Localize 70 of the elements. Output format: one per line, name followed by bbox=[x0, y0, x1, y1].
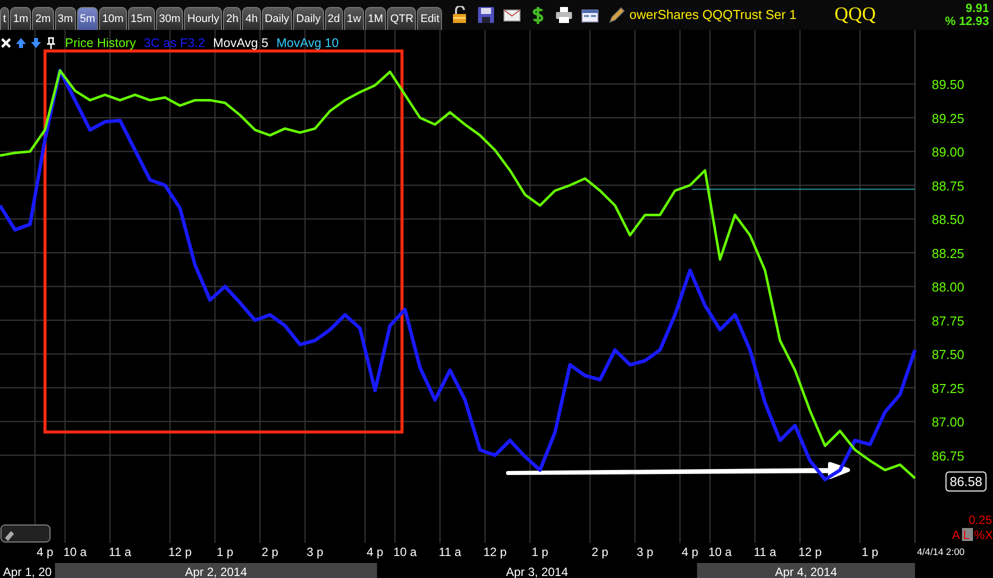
timeframe-tab[interactable]: 1m bbox=[10, 7, 32, 30]
scale-button[interactable]: X bbox=[985, 528, 993, 542]
axis-tick-label: 87.50 bbox=[932, 347, 964, 362]
axis-tick-label: 89.50 bbox=[932, 77, 964, 92]
axis-tick-label: 89.00 bbox=[932, 144, 964, 160]
pin-icon[interactable] bbox=[45, 37, 57, 50]
axis-tick-label: 2 p bbox=[592, 545, 608, 559]
timeframe-tab[interactable]: 30m bbox=[156, 7, 184, 30]
axis-tick-label: 88.75 bbox=[932, 178, 964, 194]
scale-step: 0.25 bbox=[968, 513, 992, 527]
timeframe-tab[interactable]: Hourly bbox=[184, 7, 222, 30]
timeframe-tab[interactable]: Daily bbox=[262, 7, 292, 30]
axis-tick-label: 88.00 bbox=[932, 280, 964, 294]
axis-tick-label: 1 p bbox=[532, 545, 548, 559]
legend-label[interactable]: MovAvg 10 bbox=[276, 34, 339, 53]
pencil-icon[interactable] bbox=[607, 6, 626, 24]
axis-tick-label: 10 a bbox=[63, 545, 87, 559]
axis-tick-label: 89.25 bbox=[932, 110, 964, 126]
change-percent: % 12.93 bbox=[944, 15, 989, 28]
close-icon[interactable] bbox=[0, 37, 12, 50]
legend-label[interactable]: MovAvg 5 bbox=[212, 34, 268, 53]
scale-button[interactable]: A bbox=[952, 528, 960, 542]
current-price-label: 86.58 bbox=[946, 472, 986, 492]
axis-tick-label: 3 p bbox=[636, 545, 654, 559]
down-arrow-icon[interactable] bbox=[30, 37, 42, 50]
timeframe-tab[interactable]: 1M bbox=[364, 7, 386, 30]
timeframe-tab[interactable]: 15m bbox=[128, 7, 155, 30]
axis-tick-label: 12 p bbox=[483, 545, 507, 559]
timeframe-tab[interactable]: 3m bbox=[54, 7, 76, 30]
axis-tick-label: 1 p bbox=[862, 545, 878, 559]
scroll-button[interactable] bbox=[0, 524, 50, 542]
printer-icon[interactable] bbox=[555, 6, 574, 24]
timestamp: 4/4/14 2:00 bbox=[917, 547, 965, 558]
axis-tick-label: 11 a bbox=[438, 545, 462, 559]
axis-tick-label: 4 p bbox=[36, 545, 54, 559]
axis-tick-label: 4 p bbox=[366, 545, 384, 559]
timeframe-tab[interactable]: 2h bbox=[223, 7, 242, 30]
scale-button[interactable]: % bbox=[974, 528, 985, 542]
axis-tick-label: 88.25 bbox=[932, 246, 964, 261]
up-arrow-icon[interactable] bbox=[15, 37, 27, 50]
axis-tick-label: 11 a bbox=[108, 545, 132, 559]
timeframe-tab[interactable]: 2d bbox=[324, 7, 343, 30]
timeframe-tab[interactable]: QTR bbox=[387, 7, 416, 30]
timeframe-tab[interactable]: Daily bbox=[293, 7, 324, 30]
timeframe-tab[interactable]: 5m bbox=[76, 7, 98, 30]
axis-tick-label: 86.75 bbox=[932, 448, 964, 464]
timeframe-tab[interactable]: t bbox=[0, 7, 10, 30]
legend-label[interactable]: Price History bbox=[65, 34, 136, 53]
axis-tick-label: 88.50 bbox=[932, 212, 964, 227]
security-name: owerShares QQQTrust Ser 1 bbox=[629, 6, 797, 24]
axis-tick-label: 3 p bbox=[306, 545, 324, 559]
timeframe-tab[interactable]: 1w bbox=[344, 7, 364, 30]
axis-tick-label: 12 p bbox=[798, 545, 822, 559]
change-value: 9.91 bbox=[964, 2, 989, 15]
axis-tick-label: 87.00 bbox=[932, 414, 964, 430]
axis-tick-label: 1 p bbox=[216, 545, 234, 559]
symbol-label: QQQ bbox=[834, 2, 876, 27]
save-icon[interactable] bbox=[477, 6, 496, 24]
axis-tick-label: 87.25 bbox=[932, 380, 964, 396]
timeframe-tab[interactable]: 10m bbox=[99, 7, 127, 30]
axis-tick-label: 2 p bbox=[262, 545, 278, 559]
axis-tick-label: 4 p bbox=[682, 545, 698, 559]
timeframe-tab[interactable]: 4h bbox=[242, 7, 261, 30]
timeframe-tab[interactable]: Edit bbox=[417, 7, 442, 30]
timeframe-tab[interactable]: 2m bbox=[32, 7, 54, 30]
axis-tick-label: 11 a bbox=[754, 545, 776, 559]
axis-tick-label: 12 p bbox=[168, 545, 192, 559]
axis-tick-label: 87.75 bbox=[932, 313, 964, 328]
axis-tick-label: 10 a bbox=[708, 545, 732, 559]
axis-tick-label: 10 a bbox=[393, 545, 417, 559]
